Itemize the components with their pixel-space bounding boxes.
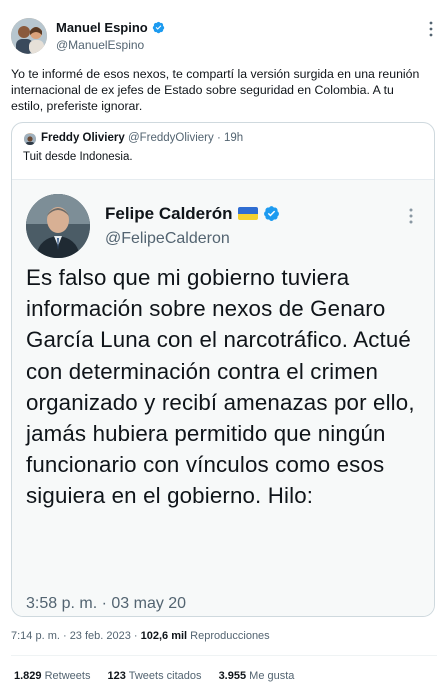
quotes-label: Tweets citados (125, 670, 202, 682)
likes-count: 3.955 (218, 670, 247, 682)
tweet-meta: 7:14 p. m. · 23 feb. 2023 · 102,6 mil Re… (11, 630, 270, 642)
quotes-count: 123 (107, 670, 126, 682)
retweets-label: Retweets (41, 670, 91, 682)
tweet-time[interactable]: 7:14 p. m. · 23 feb. 2023 · (11, 630, 141, 642)
author-handle[interactable]: @ManuelEspino (56, 38, 144, 52)
quoted-media-card[interactable]: Felipe Calderón @FelipeCalderon Es falso… (12, 179, 434, 616)
author-name[interactable]: Manuel Espino (56, 20, 148, 35)
quoted-tweet-header: Freddy Oliviery @FreddyOliviery · 19h (41, 132, 243, 144)
divider (11, 655, 437, 656)
calderon-name-row: Felipe Calderón (105, 204, 280, 224)
quoted-separator: · (216, 132, 221, 144)
likes-label: Me gusta (246, 670, 295, 682)
tweet-text: Yo te informé de esos nexos, te compartí… (11, 67, 420, 113)
verified-badge-icon (263, 206, 279, 221)
verified-badge-icon (152, 21, 164, 34)
calderon-tweet-text: Es falso que mi gobierno tuviera informa… (26, 265, 415, 509)
calderon-timestamp: 3:58 p. m. · 03 may 20 (26, 595, 187, 612)
quoted-author-name: Freddy Oliviery (41, 132, 125, 144)
views-count: 102,6 mil (140, 630, 188, 642)
calderon-avatar (26, 194, 90, 258)
more-options-icon[interactable] (422, 18, 440, 40)
likes-stat[interactable]: 3.955 Me gusta (219, 670, 295, 682)
quoted-author-avatar (24, 133, 36, 145)
retweets-stat[interactable]: 1.829 Retweets (14, 670, 90, 682)
more-options-icon (409, 208, 413, 224)
calderon-handle: @FelipeCalderon (105, 230, 230, 247)
quoted-tweet-text: Tuit desde Indonesia. (23, 151, 133, 163)
tweet-stats: 1.829 Retweets 123 Tweets citados 3.955 … (14, 670, 308, 682)
author-name-row[interactable]: Manuel Espino (56, 20, 165, 35)
quoted-tweet[interactable]: Freddy Oliviery @FreddyOliviery · 19h Tu… (11, 122, 435, 617)
retweets-count: 1.829 (14, 670, 42, 682)
calderon-name: Felipe Calderón (105, 204, 233, 223)
quotes-stat[interactable]: 123 Tweets citados (108, 670, 202, 682)
quoted-time: 19h (224, 132, 244, 144)
ukraine-flag-icon (237, 207, 258, 220)
views-label: Reproducciones (187, 630, 270, 642)
author-avatar[interactable] (11, 18, 47, 54)
quoted-author-handle: @FreddyOliviery (127, 132, 214, 144)
